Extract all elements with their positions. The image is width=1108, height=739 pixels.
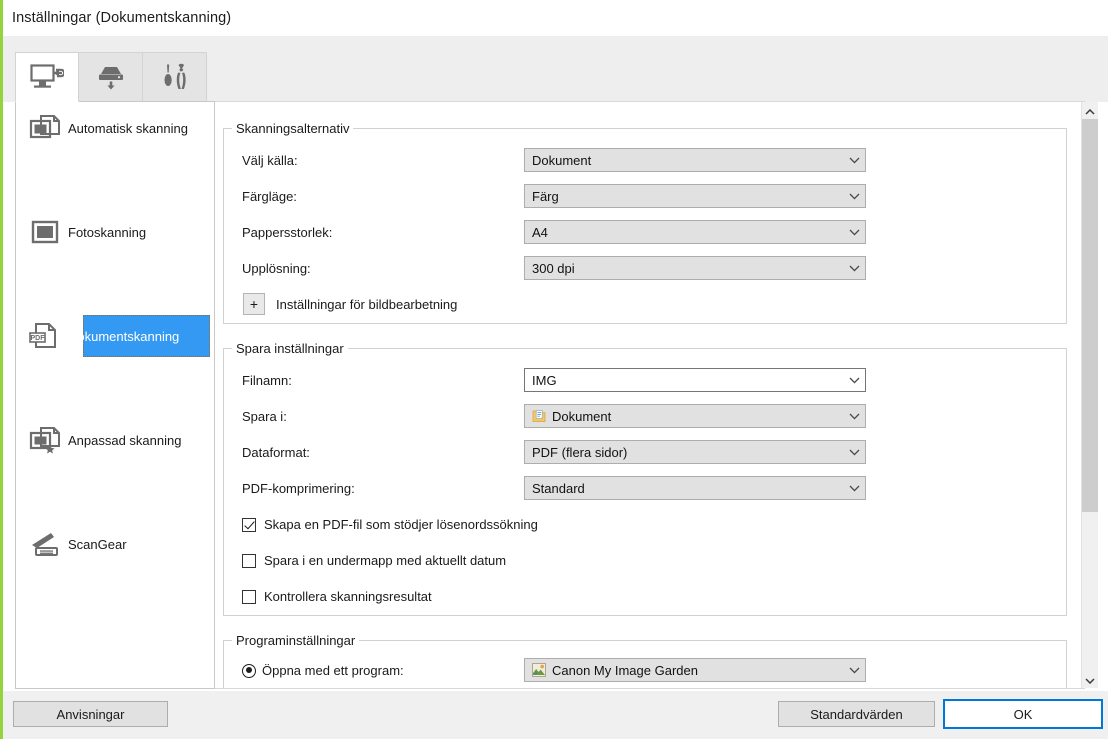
plus-icon: + xyxy=(250,297,258,311)
checkbox-label: Spara i en undermapp med aktuellt datum xyxy=(264,553,506,568)
title-bar: Inställningar (Dokumentskanning) xyxy=(3,0,1108,36)
chevron-down-icon xyxy=(843,229,865,236)
checkbox-check-scan-result[interactable]: Kontrollera skanningsresultat xyxy=(242,589,432,604)
ok-button[interactable]: OK xyxy=(943,699,1103,729)
photo-scan-icon xyxy=(16,217,68,247)
checkbox-date-subfolder[interactable]: Spara i en undermapp med aktuellt datum xyxy=(242,553,506,568)
my-image-garden-icon xyxy=(532,663,546,677)
field-label-resolution: Upplösning: xyxy=(242,261,311,276)
application-combobox[interactable]: Canon My Image Garden xyxy=(524,658,866,682)
sidebar-item-scangear[interactable]: ScanGear xyxy=(16,518,214,570)
tab-scan-from-scanner[interactable] xyxy=(79,52,143,102)
tab-scan-from-computer[interactable] xyxy=(15,52,79,102)
tab-strip xyxy=(3,36,1108,102)
sidebar-item-label: Anpassad skanning xyxy=(68,433,181,448)
field-label-source: Välj källa: xyxy=(242,153,298,168)
checkbox-label: Skapa en PDF-fil som stödjer lösenordssö… xyxy=(264,517,538,532)
filename-value[interactable]: IMG xyxy=(525,373,843,388)
defaults-button[interactable]: Standardvärden xyxy=(778,701,935,727)
pdf-compression-value: Standard xyxy=(525,481,843,496)
chevron-down-icon xyxy=(843,265,865,272)
dialog-footer: Anvisningar Standardvärden OK xyxy=(3,691,1108,739)
chevron-down-icon xyxy=(843,485,865,492)
save-in-value: Dokument xyxy=(552,409,611,424)
pdf-compression-combobox[interactable]: Standard xyxy=(524,476,866,500)
checkbox-box xyxy=(242,554,256,568)
color-mode-combobox[interactable]: Färg xyxy=(524,184,866,208)
sidebar-item-label: Fotoskanning xyxy=(68,225,146,240)
filename-combobox[interactable]: IMG xyxy=(524,368,866,392)
sidebar-item-automatisk-skanning[interactable]: Automatisk skanning xyxy=(16,102,214,154)
save-in-combobox[interactable]: Dokument xyxy=(524,404,866,428)
resolution-value: 300 dpi xyxy=(525,261,843,276)
data-format-combobox[interactable]: PDF (flera sidor) xyxy=(524,440,866,464)
chevron-down-icon xyxy=(1085,672,1095,687)
scan-options-group: Skanningsalternativ Välj källa: Dokument… xyxy=(223,128,1067,324)
chevron-down-icon xyxy=(843,449,865,456)
scangear-icon xyxy=(16,529,68,559)
checkbox-box xyxy=(242,518,256,532)
sidebar: Automatisk skanning Fotoskanning xyxy=(15,101,215,689)
data-format-value: PDF (flera sidor) xyxy=(525,445,843,460)
chevron-down-icon xyxy=(843,157,865,164)
scrollbar-thumb[interactable] xyxy=(1082,119,1098,512)
page-title: Inställningar (Dokumentskanning) xyxy=(3,10,231,26)
field-label-pdf-compression: PDF-komprimering: xyxy=(242,481,355,496)
chevron-down-icon xyxy=(843,377,865,384)
color-mode-value: Färg xyxy=(525,189,843,204)
field-label-data-format: Dataformat: xyxy=(242,445,310,460)
image-processing-expander-label: Inställningar för bildbearbetning xyxy=(276,297,457,312)
scrollbar-up-button[interactable] xyxy=(1082,102,1098,119)
pdf-document-icon: PDF xyxy=(16,321,68,351)
chevron-down-icon xyxy=(843,413,865,420)
field-label-filename: Filnamn: xyxy=(242,373,292,388)
field-label-save-in: Spara i: xyxy=(242,409,287,424)
instructions-button[interactable]: Anvisningar xyxy=(13,701,168,727)
scrollbar-down-button[interactable] xyxy=(1082,671,1098,688)
settings-content-pane: Skanningsalternativ Välj källa: Dokument… xyxy=(215,101,1085,689)
field-label-color-mode: Färgläge: xyxy=(242,189,297,204)
monitor-arrow-icon xyxy=(30,63,64,91)
application-value: Canon My Image Garden xyxy=(552,663,698,678)
sidebar-item-dokumentskanning[interactable]: PDF Dokumentskanning xyxy=(16,310,214,362)
scanner-download-icon xyxy=(95,63,127,91)
chevron-down-icon xyxy=(843,667,865,674)
paper-size-value: A4 xyxy=(525,225,843,240)
select-source-value: Dokument xyxy=(525,153,843,168)
group-title: Spara inställningar xyxy=(232,341,348,356)
paper-size-combobox[interactable]: A4 xyxy=(524,220,866,244)
sidebar-item-fotoskanning[interactable]: Fotoskanning xyxy=(16,206,214,258)
field-label-paper-size: Pappersstorlek: xyxy=(242,225,332,240)
select-source-combobox[interactable]: Dokument xyxy=(524,148,866,172)
group-title: Programinställningar xyxy=(232,633,359,648)
save-settings-group: Spara inställningar Filnamn: IMG Spara i… xyxy=(223,348,1067,616)
radio-open-with-application[interactable]: Öppna med ett program: xyxy=(242,663,404,678)
application-settings-group: Programinställningar Öppna med ett progr… xyxy=(223,640,1067,689)
auto-scan-icon xyxy=(16,113,68,143)
checkbox-searchable-pdf[interactable]: Skapa en PDF-fil som stödjer lösenordssö… xyxy=(242,517,538,532)
group-title: Skanningsalternativ xyxy=(232,121,353,136)
radio-label: Öppna med ett program: xyxy=(262,663,404,678)
tab-general-settings[interactable] xyxy=(143,52,207,102)
sidebar-item-label: Automatisk skanning xyxy=(68,121,188,136)
custom-scan-star-icon xyxy=(16,425,68,455)
radio-box xyxy=(242,664,256,678)
tools-icon xyxy=(159,62,191,92)
folder-document-icon xyxy=(532,409,546,423)
resolution-combobox[interactable]: 300 dpi xyxy=(524,256,866,280)
sidebar-item-anpassad-skanning[interactable]: Anpassad skanning xyxy=(16,414,214,466)
content-scrollbar[interactable] xyxy=(1081,102,1098,688)
sidebar-item-label: ScanGear xyxy=(68,537,127,552)
chevron-up-icon xyxy=(1085,103,1095,118)
sidebar-item-label: Dokumentskanning xyxy=(68,329,179,344)
chevron-down-icon xyxy=(843,193,865,200)
checkbox-label: Kontrollera skanningsresultat xyxy=(264,589,432,604)
settings-dialog-window: Inställningar (Dokumentskanning) xyxy=(0,0,1108,739)
checkbox-box xyxy=(242,590,256,604)
image-processing-expander-button[interactable]: + xyxy=(243,293,265,315)
svg-text:PDF: PDF xyxy=(31,335,46,342)
